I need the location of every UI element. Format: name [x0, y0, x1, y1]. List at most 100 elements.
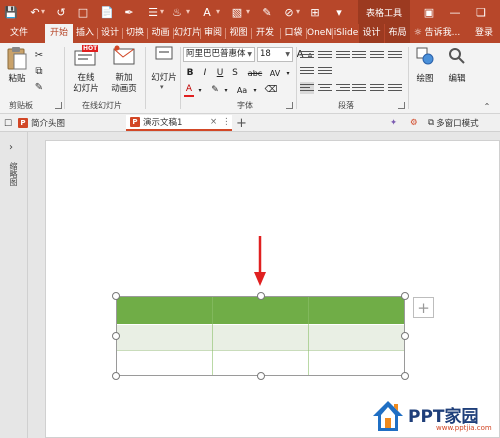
- tab-islide[interactable]: iSlide: [333, 24, 359, 43]
- italic-button[interactable]: I: [199, 66, 211, 80]
- resize-handle-left[interactable]: [112, 332, 120, 340]
- tab-view[interactable]: 视图: [226, 24, 251, 43]
- paste-button[interactable]: 粘贴: [5, 46, 29, 92]
- resize-handle-right[interactable]: [401, 332, 409, 340]
- tab-table-design[interactable]: 设计: [359, 24, 384, 43]
- tab-design[interactable]: 设计: [98, 24, 122, 43]
- eyedropper-icon[interactable]: ✒: [120, 3, 138, 21]
- resize-handle-top-left[interactable]: [112, 292, 120, 300]
- tab-table-layout[interactable]: 布局: [385, 24, 410, 43]
- clear-format-icon[interactable]: ⌫: [264, 83, 278, 97]
- bullets-icon[interactable]: [300, 49, 314, 61]
- customize-qat-icon[interactable]: ▾: [330, 3, 348, 21]
- doc-tab-1[interactable]: P 简介头图: [18, 115, 65, 131]
- font-name-combo[interactable]: 阿里巴巴普惠体 ▼: [183, 47, 255, 62]
- table-selection-frame[interactable]: [116, 296, 405, 376]
- arrange-dropdown-icon[interactable]: ▾: [246, 7, 250, 16]
- drawing-button[interactable]: 绘图: [412, 46, 438, 96]
- strikethrough-button[interactable]: S: [229, 66, 241, 80]
- char-spacing-dropdown-icon[interactable]: ▾: [284, 66, 292, 80]
- char-spacing-button[interactable]: AV: [266, 66, 284, 80]
- copy-icon[interactable]: ⧉: [32, 64, 46, 78]
- font-size-combo[interactable]: 18 ▼: [257, 47, 293, 62]
- tab-list-icon[interactable]: □: [4, 115, 14, 131]
- ribbon-display-icon[interactable]: ▣: [420, 3, 438, 21]
- fill-dropdown-icon[interactable]: ▾: [186, 7, 190, 16]
- tab-menu-icon[interactable]: ⋮: [222, 117, 231, 127]
- slide-canvas[interactable]: [45, 140, 500, 438]
- more-dropdown-icon[interactable]: ▾: [296, 7, 300, 16]
- tab-insert[interactable]: 插入: [73, 24, 97, 43]
- tab-home[interactable]: 开始: [45, 24, 73, 43]
- slide-button[interactable]: 幻灯片 ▾: [148, 45, 180, 97]
- expand-pane-icon[interactable]: ›: [9, 142, 13, 153]
- resize-handle-bottom-right[interactable]: [401, 372, 409, 380]
- change-case-button[interactable]: Aa: [234, 83, 250, 97]
- new-tab-icon[interactable]: +: [236, 115, 247, 131]
- change-case-dropdown-icon[interactable]: ▾: [251, 83, 259, 97]
- login-link[interactable]: 登录: [470, 24, 498, 43]
- collapse-ribbon-icon[interactable]: ⌃: [480, 99, 494, 113]
- distribute-icon[interactable]: [370, 82, 384, 94]
- justify-icon[interactable]: [352, 82, 366, 94]
- editing-button[interactable]: 编辑: [444, 46, 470, 96]
- font-launcher[interactable]: [286, 102, 293, 109]
- align-center-icon[interactable]: [318, 82, 332, 94]
- font-color-dropdown-ribbon-icon[interactable]: ▾: [196, 83, 204, 97]
- redo-icon[interactable]: ↺: [52, 3, 70, 21]
- save-icon[interactable]: 💾: [2, 3, 20, 21]
- resize-handle-bottom-left[interactable]: [112, 372, 120, 380]
- restore-icon[interactable]: ❏: [472, 3, 490, 21]
- align-dropdown-icon[interactable]: ▾: [160, 7, 164, 16]
- tab-pocket[interactable]: 口袋: [281, 24, 306, 43]
- smartart-icon[interactable]: [318, 65, 332, 77]
- align-left-icon[interactable]: [300, 82, 314, 94]
- underline-button[interactable]: U: [214, 66, 226, 80]
- tab-slideshow[interactable]: 幻灯片: [174, 24, 200, 43]
- tab-review[interactable]: 审阅: [201, 24, 225, 43]
- close-tab-icon[interactable]: ×: [210, 117, 217, 127]
- clipboard-launcher[interactable]: [55, 102, 62, 109]
- line-spacing-icon[interactable]: [370, 49, 384, 61]
- bold-button[interactable]: B: [184, 66, 196, 80]
- tab-onenote[interactable]: OneN: [307, 24, 332, 43]
- pin-icon[interactable]: ✦: [390, 115, 397, 131]
- columns-icon[interactable]: [388, 82, 402, 94]
- paragraph-launcher[interactable]: [398, 102, 405, 109]
- resize-handle-bottom[interactable]: [257, 372, 265, 380]
- text-direction-icon[interactable]: [388, 49, 402, 61]
- crop-icon[interactable]: ⊞: [306, 3, 324, 21]
- font-color-button[interactable]: A: [184, 83, 194, 97]
- font-color-dropdown-icon[interactable]: ▾: [216, 7, 220, 16]
- decrease-indent-icon[interactable]: [336, 49, 350, 61]
- align-text-icon[interactable]: [300, 65, 314, 77]
- tell-me-box[interactable]: ☼ 告诉我...: [412, 24, 462, 43]
- tab-transitions[interactable]: 切换: [123, 24, 147, 43]
- open-file-icon[interactable]: 📄: [98, 3, 116, 21]
- online-slides-button[interactable]: HOT 在线 幻灯片: [68, 45, 104, 97]
- highlight-icon[interactable]: ✎: [208, 83, 222, 97]
- add-column-button[interactable]: +: [413, 297, 434, 318]
- increase-indent-icon[interactable]: [352, 49, 366, 61]
- multi-window-button[interactable]: ⧉ 多窗口模式: [428, 115, 479, 131]
- align-right-icon[interactable]: [336, 82, 350, 94]
- tab-file[interactable]: 文件: [4, 24, 34, 43]
- tab-developer[interactable]: 开发: [252, 24, 278, 43]
- doc-tab-2[interactable]: P 演示文稿1 × ⋮: [126, 115, 232, 131]
- arrange-icon[interactable]: ▧: [228, 3, 246, 21]
- minimize-icon[interactable]: —: [446, 3, 464, 21]
- undo-dropdown-icon[interactable]: ▾: [41, 7, 45, 16]
- new-animation-page-button[interactable]: 新加 动画页: [106, 45, 142, 97]
- resize-handle-top-right[interactable]: [401, 292, 409, 300]
- format-painter-icon[interactable]: ✎: [258, 3, 276, 21]
- fill-color-icon[interactable]: ♨: [168, 3, 186, 21]
- numbering-icon[interactable]: [318, 49, 332, 61]
- highlight-dropdown-icon[interactable]: ▾: [222, 83, 230, 97]
- resize-handle-top[interactable]: [257, 292, 265, 300]
- new-file-icon[interactable]: □: [74, 3, 92, 21]
- abc-strike-button[interactable]: abc: [246, 66, 264, 80]
- cut-icon[interactable]: ✂: [32, 48, 46, 62]
- settings-gear-icon[interactable]: ⚙: [410, 115, 418, 131]
- format-painter-brush-icon[interactable]: ✎: [32, 80, 46, 94]
- font-color-icon[interactable]: A: [198, 3, 216, 21]
